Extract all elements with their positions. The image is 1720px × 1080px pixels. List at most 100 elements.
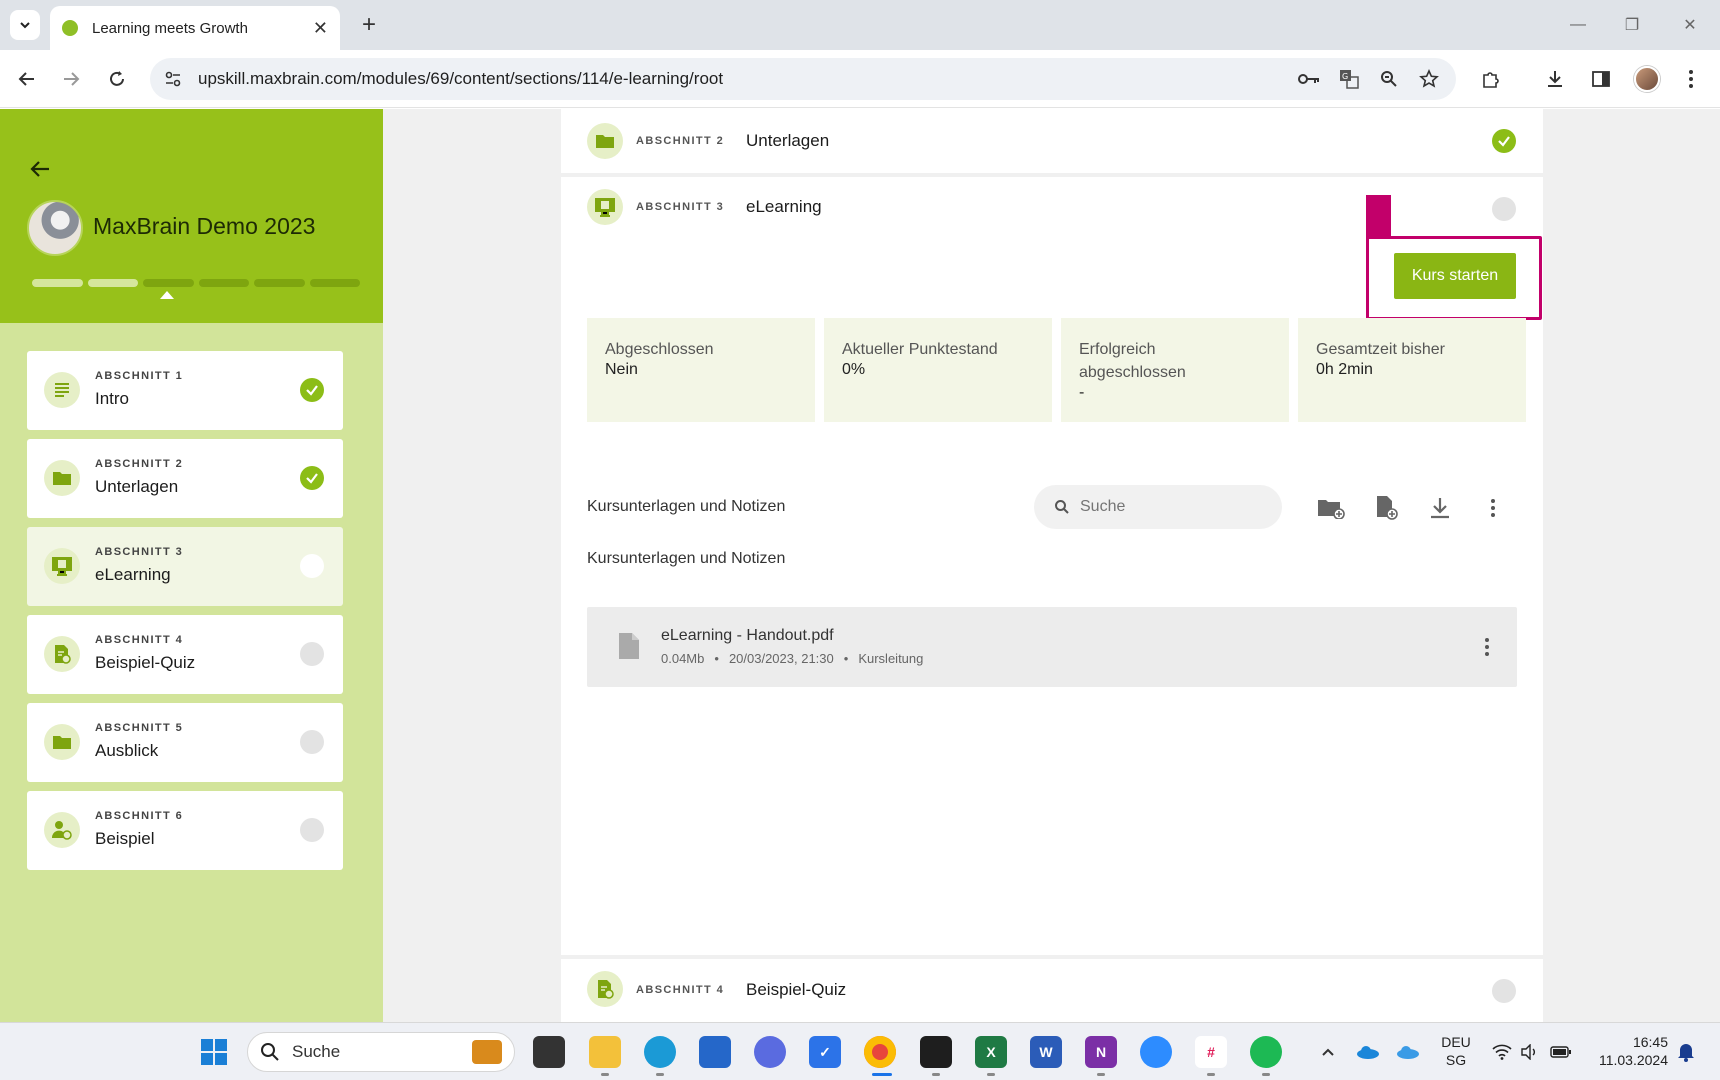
notes-more-button[interactable] bbox=[1478, 493, 1508, 523]
site-settings-icon[interactable] bbox=[164, 70, 182, 88]
chrome-icon[interactable] bbox=[864, 1036, 896, 1068]
windows-start-button[interactable] bbox=[198, 1036, 230, 1068]
section-row-beispiel-quiz[interactable]: ABSCHNITT 4 Beispiel-Quiz bbox=[561, 959, 1543, 1022]
new-file-button[interactable] bbox=[1372, 493, 1402, 523]
edge-browser-icon[interactable] bbox=[644, 1036, 676, 1068]
forward-button[interactable] bbox=[56, 64, 86, 94]
side-panel-button[interactable] bbox=[1586, 64, 1616, 94]
sidebar-item-intro[interactable]: ABSCHNITT 1 Intro bbox=[27, 351, 343, 430]
sidebar-item-section-label: ABSCHNITT 2 bbox=[95, 458, 184, 470]
sidebar-item-ausblick[interactable]: ABSCHNITT 5 Ausblick bbox=[27, 703, 343, 782]
reload-button[interactable] bbox=[102, 64, 132, 94]
microsoft-store-icon[interactable] bbox=[699, 1036, 731, 1068]
stat-value: Nein bbox=[605, 361, 638, 378]
notes-subheading: Kursunterlagen und Notizen bbox=[587, 550, 786, 567]
status-circle-icon bbox=[300, 818, 324, 842]
progress-segment[interactable] bbox=[87, 279, 138, 287]
close-window-button[interactable]: ✕ bbox=[1670, 10, 1710, 40]
file-date: 20/03/2023, 21:30 bbox=[728, 651, 834, 666]
todo-check-icon[interactable]: ✓ bbox=[809, 1036, 841, 1068]
start-course-button[interactable]: Kurs starten bbox=[1394, 253, 1516, 299]
sidebar-item-section-label: ABSCHNITT 4 bbox=[95, 634, 184, 646]
input-language-indicator[interactable]: DEU SG bbox=[1436, 1033, 1476, 1069]
stat-value: 0% bbox=[842, 361, 866, 378]
running-indicator bbox=[1262, 1073, 1270, 1076]
slack-icon[interactable]: # bbox=[1195, 1036, 1227, 1068]
progress-segment[interactable] bbox=[32, 279, 83, 287]
tab-search-button[interactable] bbox=[10, 10, 40, 40]
progress-segment[interactable] bbox=[254, 279, 305, 287]
stat-card-success: Erfolgreich abgeschlossen - bbox=[1061, 318, 1289, 422]
extensions-button[interactable] bbox=[1476, 64, 1506, 94]
volume-icon[interactable] bbox=[1514, 1036, 1546, 1068]
zoom-icon[interactable] bbox=[1140, 1036, 1172, 1068]
notes-search-field[interactable] bbox=[1034, 485, 1282, 529]
reload-icon bbox=[110, 71, 124, 86]
back-button[interactable] bbox=[12, 64, 42, 94]
progress-segment[interactable] bbox=[198, 279, 249, 287]
file-explorer-icon[interactable] bbox=[589, 1036, 621, 1068]
zoom-icon[interactable] bbox=[1376, 66, 1402, 92]
progress-segment[interactable] bbox=[143, 279, 194, 287]
app-launcher-icon[interactable] bbox=[754, 1036, 786, 1068]
browser-menu-button[interactable] bbox=[1676, 64, 1706, 94]
section-title: Beispiel-Quiz bbox=[746, 980, 847, 999]
windows-search-box[interactable]: Suche bbox=[247, 1032, 515, 1072]
battery-icon[interactable] bbox=[1545, 1036, 1577, 1068]
sidebar-item-section-label: ABSCHNITT 1 bbox=[95, 370, 184, 382]
sidebar-item-elearning[interactable]: ABSCHNITT 3 eLearning bbox=[27, 527, 343, 606]
onedrive-icon[interactable] bbox=[1352, 1036, 1384, 1068]
profile-button[interactable] bbox=[1632, 64, 1662, 94]
figma-icon[interactable] bbox=[920, 1036, 952, 1068]
person-clock-icon bbox=[44, 812, 80, 848]
restore-button[interactable]: ❐ bbox=[1612, 10, 1652, 40]
notes-heading: Kursunterlagen und Notizen bbox=[587, 498, 786, 515]
file-size: 0.04Mb bbox=[661, 651, 705, 666]
notes-search-input[interactable] bbox=[1080, 498, 1260, 516]
sidebar-item-beispiel[interactable]: ABSCHNITT 6 Beispiel bbox=[27, 791, 343, 870]
close-tab-icon[interactable]: ✕ bbox=[313, 18, 328, 39]
running-indicator bbox=[601, 1073, 609, 1076]
svg-text:G: G bbox=[1342, 72, 1348, 81]
quiz-document-icon bbox=[587, 971, 623, 1007]
onenote-icon[interactable]: N bbox=[1085, 1036, 1117, 1068]
progress-segment[interactable] bbox=[309, 279, 360, 287]
word-icon[interactable]: W bbox=[1030, 1036, 1062, 1068]
password-key-icon[interactable] bbox=[1296, 66, 1322, 92]
browser-tab[interactable]: Learning meets Growth ✕ bbox=[50, 6, 340, 50]
layout-code: SG bbox=[1445, 1052, 1467, 1068]
notification-bell-icon[interactable] bbox=[1670, 1036, 1702, 1068]
section-row-unterlagen[interactable]: ABSCHNITT 2 Unterlagen bbox=[561, 109, 1543, 173]
file-name[interactable]: eLearning - Handout.pdf bbox=[661, 627, 834, 645]
minimize-button[interactable]: — bbox=[1558, 10, 1598, 40]
clock[interactable]: 16:45 11.03.2024 bbox=[1584, 1033, 1668, 1069]
sidebar-item-section-label: ABSCHNITT 6 bbox=[95, 810, 184, 822]
windows-search-label: Suche bbox=[292, 1042, 341, 1061]
sidebar-item-label: eLearning bbox=[95, 565, 171, 584]
bookmark-star-icon[interactable] bbox=[1416, 66, 1442, 92]
task-view-icon[interactable] bbox=[533, 1036, 565, 1068]
back-arrow-button[interactable] bbox=[28, 157, 56, 185]
file-more-button[interactable] bbox=[1473, 633, 1501, 661]
address-bar[interactable]: upskill.maxbrain.com/modules/69/content/… bbox=[150, 58, 1456, 100]
briefcase-icon bbox=[472, 1040, 502, 1064]
onedrive-business-icon[interactable] bbox=[1392, 1036, 1424, 1068]
stat-card-score: Aktueller Punktestand 0% bbox=[824, 318, 1052, 422]
excel-icon[interactable]: X bbox=[975, 1036, 1007, 1068]
folder-icon bbox=[587, 123, 623, 159]
tray-chevron-up-icon[interactable] bbox=[1312, 1036, 1344, 1068]
new-folder-button[interactable] bbox=[1316, 493, 1346, 523]
sidebar-item-unterlagen[interactable]: ABSCHNITT 2 Unterlagen bbox=[27, 439, 343, 518]
windows-taskbar: Suche ✓ X W N # DEU SG 16:45 11.03.2024 bbox=[0, 1022, 1720, 1080]
puzzle-icon bbox=[1483, 72, 1499, 88]
elearning-monitor-icon bbox=[44, 548, 80, 584]
downloads-button[interactable] bbox=[1540, 64, 1570, 94]
quiz-document-icon bbox=[44, 636, 80, 672]
running-indicator bbox=[1207, 1073, 1215, 1076]
file-row[interactable]: eLearning - Handout.pdf 0.04Mb • 20/03/2… bbox=[587, 607, 1517, 687]
spotify-icon[interactable] bbox=[1250, 1036, 1282, 1068]
new-tab-button[interactable]: + bbox=[354, 10, 384, 40]
download-all-button[interactable] bbox=[1425, 493, 1455, 523]
translate-icon[interactable]: G bbox=[1336, 66, 1362, 92]
sidebar-item-beispiel-quiz[interactable]: ABSCHNITT 4 Beispiel-Quiz bbox=[27, 615, 343, 694]
